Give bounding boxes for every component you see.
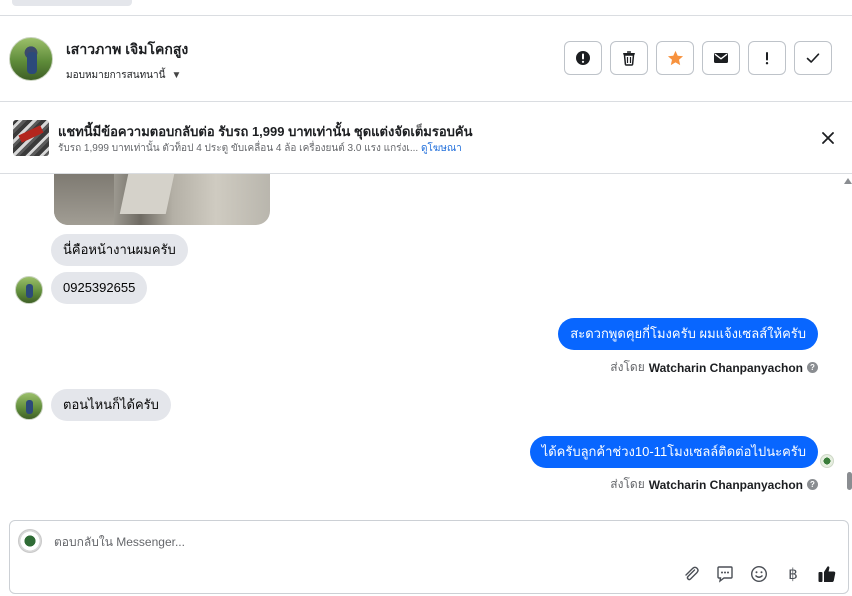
sender-name: Watcharin Chanpanyachon [648,477,803,492]
payment-button[interactable]: ฿ [782,563,804,585]
reply-input[interactable] [54,535,654,549]
check-icon [806,53,820,63]
top-tab-stub [12,0,132,6]
view-ad-link[interactable]: ดูโฆษณา [421,143,462,154]
emoji-button[interactable] [748,563,770,585]
sent-by-label: ส่งโดย [610,477,645,491]
contact-avatar[interactable] [9,37,53,81]
composer-toolbar: ฿ [680,563,838,585]
close-icon [822,132,834,144]
star-button[interactable] [656,41,694,75]
trash-icon [623,51,635,66]
alert-circle-icon [576,51,590,65]
message-outgoing[interactable]: ได้ครับลูกค้าช่วง10-11โมงเซลล์ติดต่อไปนะ… [529,436,818,468]
contact-avatar-small[interactable] [15,276,43,304]
follow-up-button[interactable] [748,41,786,75]
ad-title: แชทนี้มีข้อความตอบกลับต่อ รับรถ 1,999 บา… [58,124,473,139]
help-icon[interactable]: ? [807,362,818,373]
page-avatar [18,529,42,553]
attach-button[interactable] [680,563,702,585]
sent-by-line: ส่งโดย Watcharin Chanpanyachon ? [610,475,818,494]
saved-replies-button[interactable] [714,563,736,585]
reply-composer: ฿ [9,520,849,594]
message-outgoing[interactable]: สะดวกพูดคุยกี่โมงครับ ผมแจ้งเซลส์ให้ครับ [558,318,818,350]
ad-reply-banner: แชทนี้มีข้อความตอบกลับต่อ รับรถ 1,999 บา… [0,102,852,174]
paperclip-icon [685,566,699,581]
help-icon[interactable]: ? [807,479,818,490]
contact-avatar-small[interactable] [15,392,43,420]
message-incoming[interactable]: 0925392655 [51,272,148,304]
seen-avatar-icon [820,454,834,468]
message-thread[interactable]: นี่คือหน้างานผมครับ 0925392655 สะดวกพูดค… [0,174,852,518]
mark-unread-button[interactable] [702,41,740,75]
close-banner-button[interactable] [818,128,838,148]
thumbs-up-icon [818,566,836,582]
scroll-up-arrow-icon[interactable] [844,178,852,184]
sent-by-line: ส่งโดย Watcharin Chanpanyachon ? [610,358,818,377]
contact-name[interactable]: เสาวภาพ เจิมโคกสูง [66,39,188,61]
ad-subtitle-text: รับรถ 1,999 บาทเท่านั้น ตัวท็อป 4 ประตู … [58,143,419,154]
ad-subtitle: รับรถ 1,999 บาทเท่านั้น ตัวท็อป 4 ประตู … [58,141,462,156]
spam-button[interactable] [564,41,602,75]
exclamation-icon [765,52,769,65]
baht-icon: ฿ [788,566,798,583]
message-incoming[interactable]: นี่คือหน้างานผมครับ [51,234,188,266]
header-actions [564,41,832,75]
attached-photo[interactable] [54,174,270,225]
sent-by-label: ส่งโดย [610,360,645,374]
scrollbar-thumb[interactable] [847,472,852,490]
caret-down-icon: ▼ [171,70,182,81]
assign-label: มอบหมายการสนทนานี้ [66,70,166,81]
conversation-header: เสาวภาพ เจิมโคกสูง มอบหมายการสนทนานี้ ▼ [0,16,852,102]
star-icon [667,50,683,65]
envelope-icon [714,53,728,63]
ad-thumbnail[interactable] [13,120,49,156]
assign-conversation-dropdown[interactable]: มอบหมายการสนทนานี้ ▼ [66,68,181,83]
delete-button[interactable] [610,41,648,75]
emoji-icon [750,565,768,583]
like-button[interactable] [816,563,838,585]
mark-done-button[interactable] [794,41,832,75]
sender-name: Watcharin Chanpanyachon [648,360,803,375]
saved-reply-icon [717,566,733,583]
message-incoming[interactable]: ตอนไหนก็ได้ครับ [51,389,171,421]
